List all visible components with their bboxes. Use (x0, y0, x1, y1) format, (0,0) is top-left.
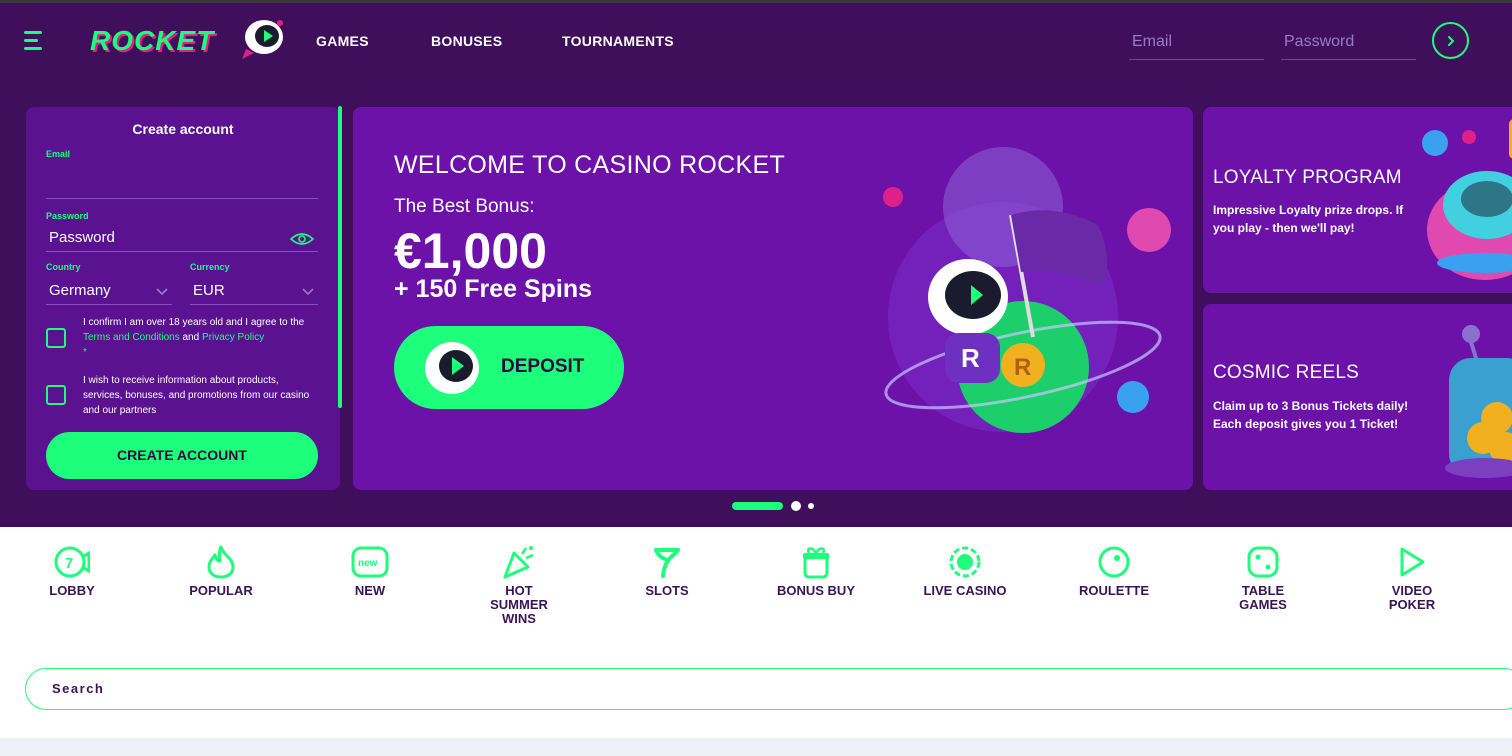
category-bar: 7 LOBBY POPULAR new NEW HOT SUMMER WINS … (0, 527, 1512, 667)
nav-tournaments[interactable]: TOURNAMENTS (562, 33, 674, 49)
search-input[interactable] (52, 669, 652, 708)
category-lobby[interactable]: 7 LOBBY (17, 545, 127, 598)
gift-icon (803, 547, 829, 579)
astronaut-mascot-icon (242, 20, 283, 59)
category-label: POPULAR (189, 583, 253, 598)
category-label: LIVE CASINO (923, 583, 1007, 598)
category-hot-summer-wins[interactable]: HOT SUMMER WINS (464, 545, 574, 626)
party-popper-icon (503, 546, 534, 579)
chip-icon (949, 546, 981, 578)
email-label: Email (46, 149, 71, 159)
game-grid-area (0, 738, 1512, 756)
create-account-button[interactable]: CREATE ACCOUNT (46, 432, 318, 479)
carousel-dot[interactable] (791, 501, 801, 511)
banner-title: WELCOME TO CASINO ROCKET (394, 151, 786, 179)
nav-bonuses[interactable]: BONUSES (431, 33, 502, 49)
marketing-text: I wish to receive information about prod… (83, 375, 310, 416)
currency-value: EUR (193, 282, 225, 299)
age-confirm-text: I confirm I am over 18 years old and I a… (83, 315, 323, 360)
category-video-poker[interactable]: VIDEO POKER (1357, 545, 1467, 612)
category-new[interactable]: new NEW (315, 545, 425, 598)
loyalty-title: LOYALTY PROGRAM (1213, 167, 1402, 188)
category-label: TABLE GAMES (1239, 583, 1287, 612)
and-text: and (179, 332, 202, 343)
seven-icon (654, 548, 680, 578)
password-label: Password (46, 211, 89, 221)
chevron-down-icon (302, 288, 314, 296)
loyalty-text: Impressive Loyalty prize drops. If you p… (1213, 203, 1404, 235)
carousel-dot[interactable] (808, 503, 814, 509)
header-password-input[interactable] (1281, 25, 1416, 60)
category-label: BONUS BUY (776, 583, 855, 598)
category-label: HOT SUMMER WINS (490, 583, 548, 626)
category-label: ROULETTE (1078, 583, 1150, 598)
terms-link[interactable]: Terms and Conditions (83, 332, 180, 343)
deposit-button[interactable]: DEPOSIT (394, 326, 624, 409)
age-confirm-checkbox[interactable] (46, 328, 66, 348)
astronaut-planet-illustration: R R (883, 147, 1171, 433)
roulette-icon (1098, 546, 1130, 578)
chevron-right-icon (1447, 35, 1454, 46)
signup-password-field[interactable]: Password (46, 224, 318, 252)
site-header: ROCKET GAMES BONUSES TOURNAMENTS (0, 3, 1512, 80)
loyalty-spaceship-illustration (1422, 119, 1512, 280)
category-slots[interactable]: SLOTS (612, 545, 722, 598)
header-email-input[interactable] (1129, 25, 1264, 60)
free-spins-text: + 150 Free Spins (394, 275, 593, 303)
login-submit-button[interactable] (1432, 22, 1469, 59)
rocket-logo[interactable]: ROCKET (90, 20, 290, 63)
category-popular[interactable]: POPULAR (166, 545, 276, 598)
svg-text:R: R (1014, 354, 1031, 381)
password-value: Password (49, 229, 115, 246)
svg-text:new: new (358, 558, 378, 569)
signup-email-field[interactable] (46, 171, 318, 199)
cosmic-reels-illustration (1445, 325, 1512, 478)
country-value: Germany (49, 282, 111, 299)
hamburger-menu-icon[interactable] (24, 29, 46, 53)
dice-icon (1247, 546, 1279, 578)
category-roulette[interactable]: ROULETTE (1059, 545, 1169, 598)
currency-label: Currency (190, 262, 230, 272)
privacy-link[interactable]: Privacy Policy (202, 332, 264, 343)
loyalty-program-card[interactable]: LOYALTY PROGRAM Impressive Loyalty prize… (1203, 107, 1512, 293)
new-icon: new (351, 546, 389, 578)
svg-text:R: R (961, 343, 980, 373)
cosmic-reels-title: COSMIC REELS (1213, 362, 1359, 383)
category-bonus-buy[interactable]: BONUS BUY (761, 545, 871, 598)
play-icon (1400, 547, 1425, 577)
currency-select[interactable]: EUR (190, 277, 318, 305)
flame-icon (207, 545, 235, 579)
chevron-down-icon (156, 288, 168, 296)
category-label: SLOTS (645, 583, 689, 598)
eye-icon[interactable] (290, 232, 314, 246)
category-label: NEW (354, 583, 386, 598)
country-label: Country (46, 262, 81, 272)
category-label: VIDEO POKER (1388, 583, 1436, 612)
category-table-games[interactable]: TABLE GAMES (1208, 545, 1318, 612)
banner-subtitle: The Best Bonus: (394, 196, 535, 217)
required-mark: * (83, 347, 87, 358)
signup-scrollbar[interactable] (338, 106, 342, 408)
cosmic-reels-card[interactable]: COSMIC REELS Claim up to 3 Bonus Tickets… (1203, 304, 1512, 490)
signup-title: Create account (132, 121, 234, 137)
logo-text: ROCKET (90, 25, 215, 56)
category-label: LOBBY (49, 583, 95, 598)
welcome-banner[interactable]: WELCOME TO CASINO ROCKET The Best Bonus:… (353, 107, 1193, 490)
game-search-bar[interactable] (25, 668, 1512, 710)
age-confirm-label: I confirm I am over 18 years old and I a… (83, 317, 305, 328)
category-live-casino[interactable]: LIVE CASINO (910, 545, 1020, 598)
svg-text:7: 7 (65, 555, 73, 572)
country-select[interactable]: Germany (46, 277, 172, 305)
create-account-form: Create account Email Password Password C… (26, 107, 340, 490)
nav-games[interactable]: GAMES (316, 33, 369, 49)
marketing-checkbox[interactable] (46, 385, 66, 405)
lobby-icon: 7 (54, 546, 90, 578)
bonus-amount: €1,000 (394, 223, 547, 279)
cosmic-reels-text: Claim up to 3 Bonus Tickets daily! Each … (1213, 399, 1409, 431)
astronaut-play-icon (425, 342, 479, 394)
carousel-dot-active[interactable] (732, 502, 783, 510)
deposit-label: DEPOSIT (501, 356, 585, 377)
